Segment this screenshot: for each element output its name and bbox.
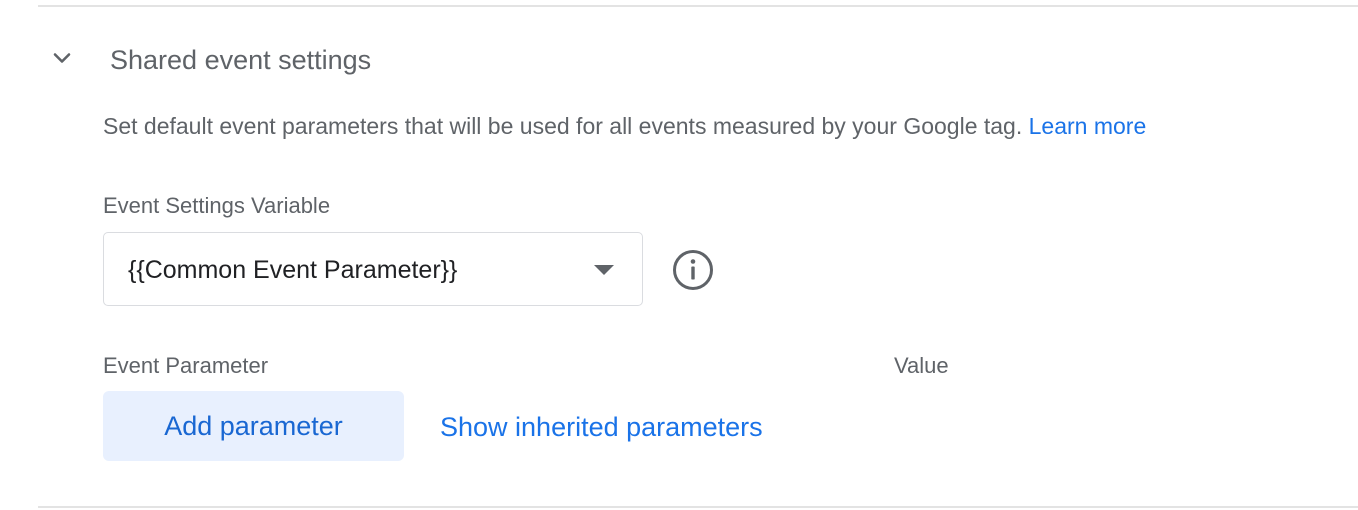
info-icon[interactable] — [671, 248, 715, 292]
description-text: Set default event parameters that will b… — [103, 113, 1023, 139]
learn-more-link[interactable]: Learn more — [1029, 113, 1147, 139]
section-title: Shared event settings — [110, 45, 372, 75]
section-collapse-toggle[interactable] — [44, 40, 80, 76]
event-settings-variable-label: Event Settings Variable — [103, 193, 331, 218]
add-parameter-button[interactable]: Add parameter — [103, 391, 404, 461]
show-inherited-parameters-link[interactable]: Show inherited parameters — [440, 409, 763, 445]
top-divider — [38, 5, 1358, 7]
caret-down-icon — [594, 265, 614, 275]
select-value: {{Common Event Parameter}} — [128, 256, 458, 284]
section-description: Set default event parameters that will b… — [103, 110, 1146, 142]
chevron-down-icon — [53, 53, 71, 63]
value-column-label: Value — [894, 353, 949, 378]
event-parameter-column-label: Event Parameter — [103, 353, 269, 378]
event-settings-variable-select[interactable]: {{Common Event Parameter}} — [103, 232, 643, 306]
bottom-divider — [38, 506, 1358, 508]
